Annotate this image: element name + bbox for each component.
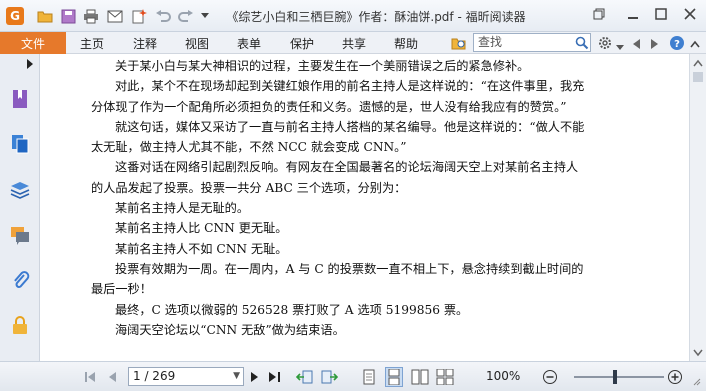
zoom-in-icon[interactable]: [667, 369, 683, 385]
menu-file[interactable]: 文件: [0, 32, 66, 54]
doc-line: 分体现了作为一个配角所必须担负的责任和义务。遗憾的是，世人没有给我应有的赞赏。”: [91, 99, 567, 114]
doc-line: 的人品发起了投票。投票一共分 ABC 三个选项，分别为：: [91, 180, 407, 195]
continuous-view-icon[interactable]: [385, 367, 403, 387]
last-page-icon[interactable]: [268, 369, 282, 385]
email-icon[interactable]: [106, 7, 124, 25]
resize-grip-icon[interactable]: [690, 375, 702, 387]
attachments-icon[interactable]: [9, 269, 31, 291]
svg-text:?: ?: [674, 39, 680, 50]
doc-line: 最后一秒！: [91, 282, 152, 297]
ribbon-left-arrow-icon[interactable]: [633, 38, 643, 49]
undo-icon[interactable]: [154, 7, 172, 25]
redo-icon[interactable]: [177, 7, 195, 25]
zoom-out-icon[interactable]: [542, 369, 558, 385]
gear-icon[interactable]: [597, 35, 613, 51]
previous-page-icon[interactable]: [106, 369, 118, 385]
doc-line: 对此，某个不在现场却起到关键红娘作用的前名主持人是这样说的：“在这件事里，我充: [115, 79, 585, 94]
doc-line: 投票有效期为一周。在一周内，A 与 C 的投票数一直不相上下，悬念持续到截止时间…: [115, 261, 584, 276]
menu-home[interactable]: 主页: [80, 35, 104, 52]
help-icon[interactable]: ?: [669, 35, 685, 51]
title-bar: G 《综艺小白和三栖巨腕》作者：酥油饼.pdf - 福昕阅读器: [0, 0, 706, 32]
window-title: 《综艺小白和三栖巨腕》作者：酥油饼.pdf - 福昕阅读器: [226, 10, 526, 24]
expand-panel-icon[interactable]: [26, 58, 34, 70]
gear-dropdown-icon[interactable]: [616, 40, 624, 50]
minimize-icon[interactable]: [622, 5, 644, 23]
doc-line: 某前名主持人是无耻的。: [115, 201, 250, 216]
search-icon[interactable]: [575, 36, 589, 50]
doc-line: 海阔天空论坛以“CNN 无敌”做为结束语。: [115, 322, 345, 337]
doc-line: 某前名主持人不如 CNN 无耻。: [115, 241, 288, 256]
status-bar: 1 / 269 ▼ 100%: [0, 361, 706, 391]
left-navigation-panel: [0, 54, 40, 361]
single-page-view-icon[interactable]: [362, 369, 376, 385]
page-number-value: 1 / 269: [133, 369, 176, 383]
doc-line: 关于某小白与某大神相识的过程，主要发生在一个美丽错误之后的紧急修补。: [115, 59, 530, 73]
app-logo-letter: G: [10, 9, 20, 23]
menu-view[interactable]: 视图: [185, 35, 209, 52]
scroll-down-icon[interactable]: [693, 346, 703, 357]
search-input[interactable]: 查找: [473, 33, 591, 52]
next-page-icon[interactable]: [249, 369, 261, 385]
next-view-icon[interactable]: [320, 369, 338, 385]
continuous-facing-view-icon[interactable]: [436, 369, 454, 385]
zoom-level[interactable]: 100%: [486, 369, 520, 383]
ribbon-right-arrow-icon[interactable]: [650, 38, 660, 49]
bookmark-icon[interactable]: [9, 88, 31, 110]
menu-protect[interactable]: 保护: [290, 35, 314, 52]
first-page-icon[interactable]: [84, 369, 96, 385]
page-dropdown-icon[interactable]: ▼: [233, 368, 240, 385]
menu-share[interactable]: 共享: [342, 35, 366, 52]
doc-line: 这番对话在网络引起剧烈反响。有网友在全国最著名的论坛海阔天空上对某前名主持人: [115, 160, 579, 175]
app-logo-icon[interactable]: G: [6, 7, 24, 25]
zoom-slider-track[interactable]: [574, 376, 664, 378]
doc-line: 最终，C 选项以微弱的 526528 票打败了 A 选项 5199856 票。: [115, 302, 469, 317]
document-text: 关于某小白与某大神相识的过程，主要发生在一个美丽错误之后的紧急修补。 对此，某个…: [91, 56, 661, 340]
open-folder-icon[interactable]: [36, 7, 54, 25]
save-icon[interactable]: [59, 7, 77, 25]
document-view[interactable]: 关于某小白与某大神相识的过程，主要发生在一个美丽错误之后的紧急修补。 对此，某个…: [41, 54, 689, 361]
menu-bar: 文件 主页 注释 视图 表单 保护 共享 帮助 查找 ?: [0, 32, 706, 54]
restore-icon[interactable]: [588, 5, 610, 23]
print-icon[interactable]: [82, 7, 100, 25]
scroll-up-icon[interactable]: [693, 56, 703, 67]
doc-line: 就这句话，媒体又采访了一直与前名主持人搭档的某名编导。他是这样说的：“做人不能: [115, 119, 585, 134]
doc-line: 太无耻，做主持人尤其不能，不然 NCC 就会变成 CNN。”: [91, 140, 407, 155]
vertical-scrollbar[interactable]: [689, 54, 706, 361]
doc-line: 某前名主持人比 CNN 更无耻。: [115, 221, 288, 236]
ribbon-collapse-icon[interactable]: [690, 37, 702, 49]
find-folder-icon[interactable]: [451, 35, 467, 51]
previous-view-icon[interactable]: [296, 369, 314, 385]
menu-help[interactable]: 帮助: [394, 35, 418, 52]
new-icon[interactable]: [130, 7, 148, 25]
maximize-icon[interactable]: [650, 5, 672, 23]
layers-icon[interactable]: [9, 178, 31, 200]
facing-view-icon[interactable]: [411, 369, 429, 385]
scroll-thumb[interactable]: [693, 72, 703, 82]
security-icon[interactable]: [9, 314, 31, 336]
comments-icon[interactable]: [9, 224, 31, 246]
pages-icon[interactable]: [9, 133, 31, 155]
zoom-slider-thumb[interactable]: [613, 370, 617, 384]
menu-form[interactable]: 表单: [237, 35, 261, 52]
menu-comment[interactable]: 注释: [133, 35, 157, 52]
page-number-input[interactable]: 1 / 269 ▼: [128, 367, 244, 386]
close-icon[interactable]: [679, 5, 701, 23]
